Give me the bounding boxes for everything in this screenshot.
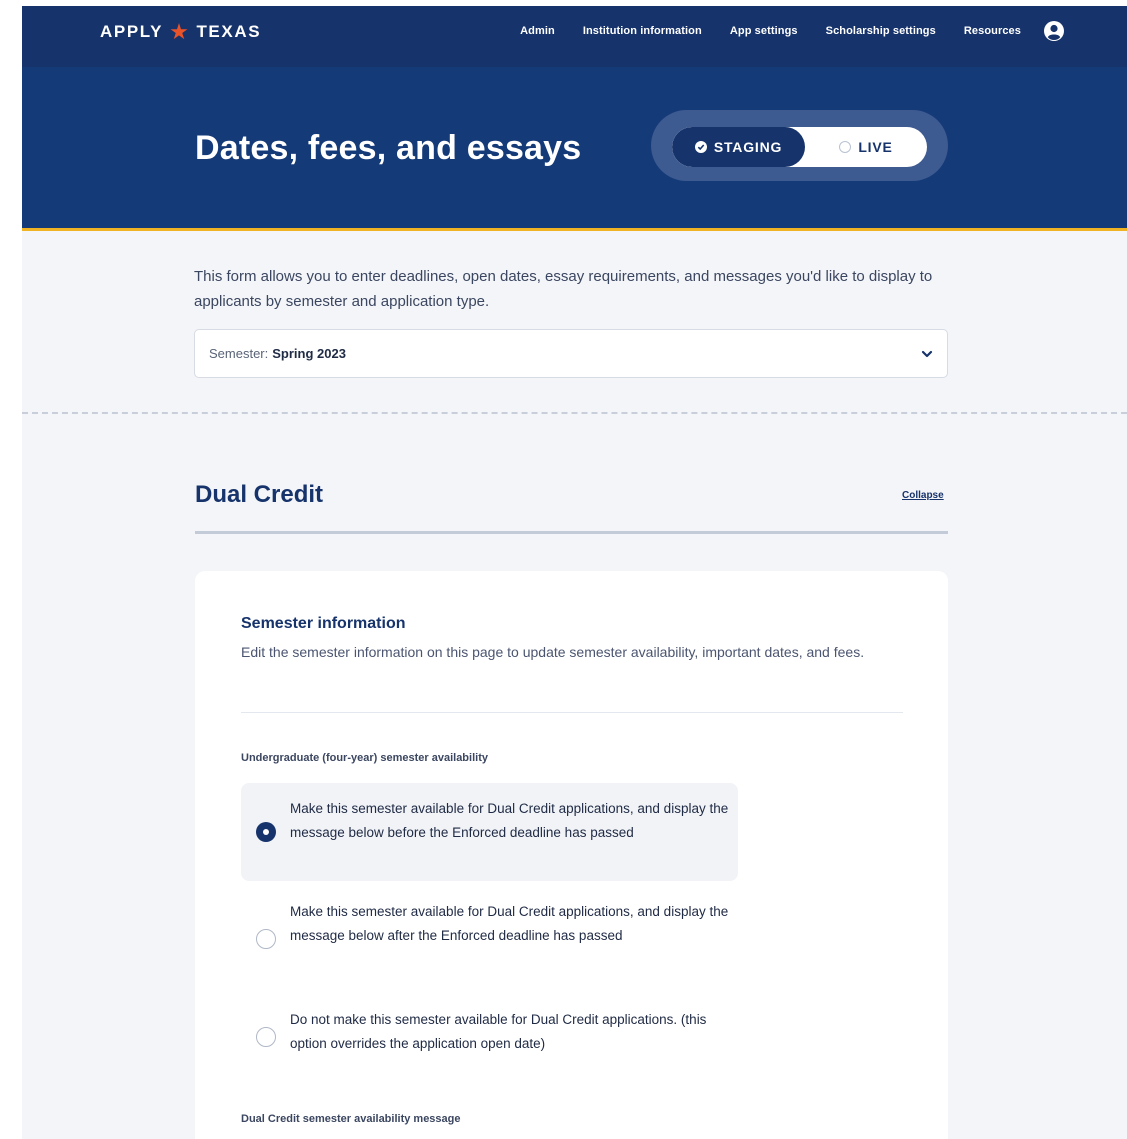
dashed-divider xyxy=(22,412,1127,414)
collapse-link[interactable]: Collapse xyxy=(902,490,944,501)
nav-link-app-settings[interactable]: App settings xyxy=(730,25,798,37)
availability-option-not-available[interactable]: Do not make this semester available for … xyxy=(241,1008,738,1068)
semester-select-value: Spring 2023 xyxy=(272,346,346,361)
nav-links: Admin Institution information App settin… xyxy=(520,25,1021,37)
top-navigation: APPLY ★ TEXAS Admin Institution informat… xyxy=(22,6,1127,67)
environment-toggle-track: STAGING LIVE xyxy=(672,127,927,167)
section-divider xyxy=(195,531,948,534)
section-title: Dual Credit xyxy=(195,481,324,508)
radio-unselected-icon[interactable] xyxy=(256,929,276,949)
nav-link-institution-information[interactable]: Institution information xyxy=(583,25,702,37)
user-account-icon[interactable] xyxy=(1043,20,1065,42)
star-icon: ★ xyxy=(169,19,191,44)
option-label: Do not make this semester available for … xyxy=(290,1012,707,1051)
card-title: Semester information xyxy=(241,615,406,632)
card-description: Edit the semester information on this pa… xyxy=(241,644,865,660)
availability-option-before-deadline[interactable]: Make this semester available for Dual Cr… xyxy=(241,783,738,881)
nav-link-admin[interactable]: Admin xyxy=(520,25,555,37)
semester-information-card: Semester information Edit the semester i… xyxy=(195,571,948,1139)
option-label: Make this semester available for Dual Cr… xyxy=(290,904,729,943)
semester-select[interactable]: Semester: Spring 2023 xyxy=(194,329,948,378)
nav-link-resources[interactable]: Resources xyxy=(964,25,1021,37)
intro-text: This form allows you to enter deadlines,… xyxy=(194,268,933,310)
nav-link-scholarship-settings[interactable]: Scholarship settings xyxy=(826,25,936,37)
environment-toggle: STAGING LIVE xyxy=(651,110,948,181)
logo-text-texas: TEXAS xyxy=(196,22,262,41)
env-staging-label: STAGING xyxy=(713,139,783,155)
app-frame: APPLY ★ TEXAS Admin Institution informat… xyxy=(22,6,1127,1139)
semester-select-label: Semester: xyxy=(209,346,269,361)
radio-circle-icon xyxy=(839,141,852,153)
page-title: Dates, fees, and essays xyxy=(195,129,582,167)
availability-option-after-deadline[interactable]: Make this semester available for Dual Cr… xyxy=(241,893,738,975)
env-live-option[interactable]: LIVE xyxy=(805,127,927,167)
check-circle-icon xyxy=(694,141,707,153)
radio-selected-icon[interactable] xyxy=(256,822,276,842)
apply-texas-logo[interactable]: APPLY ★ TEXAS xyxy=(100,19,262,44)
option-label: Make this semester available for Dual Cr… xyxy=(290,801,729,840)
logo-text-apply: APPLY xyxy=(100,22,164,41)
card-divider xyxy=(241,712,903,713)
page-header: Dates, fees, and essays STAGING LIVE xyxy=(22,67,1127,231)
env-live-label: LIVE xyxy=(858,139,893,155)
availability-label: Undergraduate (four-year) semester avail… xyxy=(241,752,488,764)
chevron-down-icon xyxy=(921,350,933,358)
availability-message-label: Dual Credit semester availability messag… xyxy=(241,1113,461,1125)
radio-unselected-icon[interactable] xyxy=(256,1027,276,1047)
env-staging-option[interactable]: STAGING xyxy=(672,127,805,167)
